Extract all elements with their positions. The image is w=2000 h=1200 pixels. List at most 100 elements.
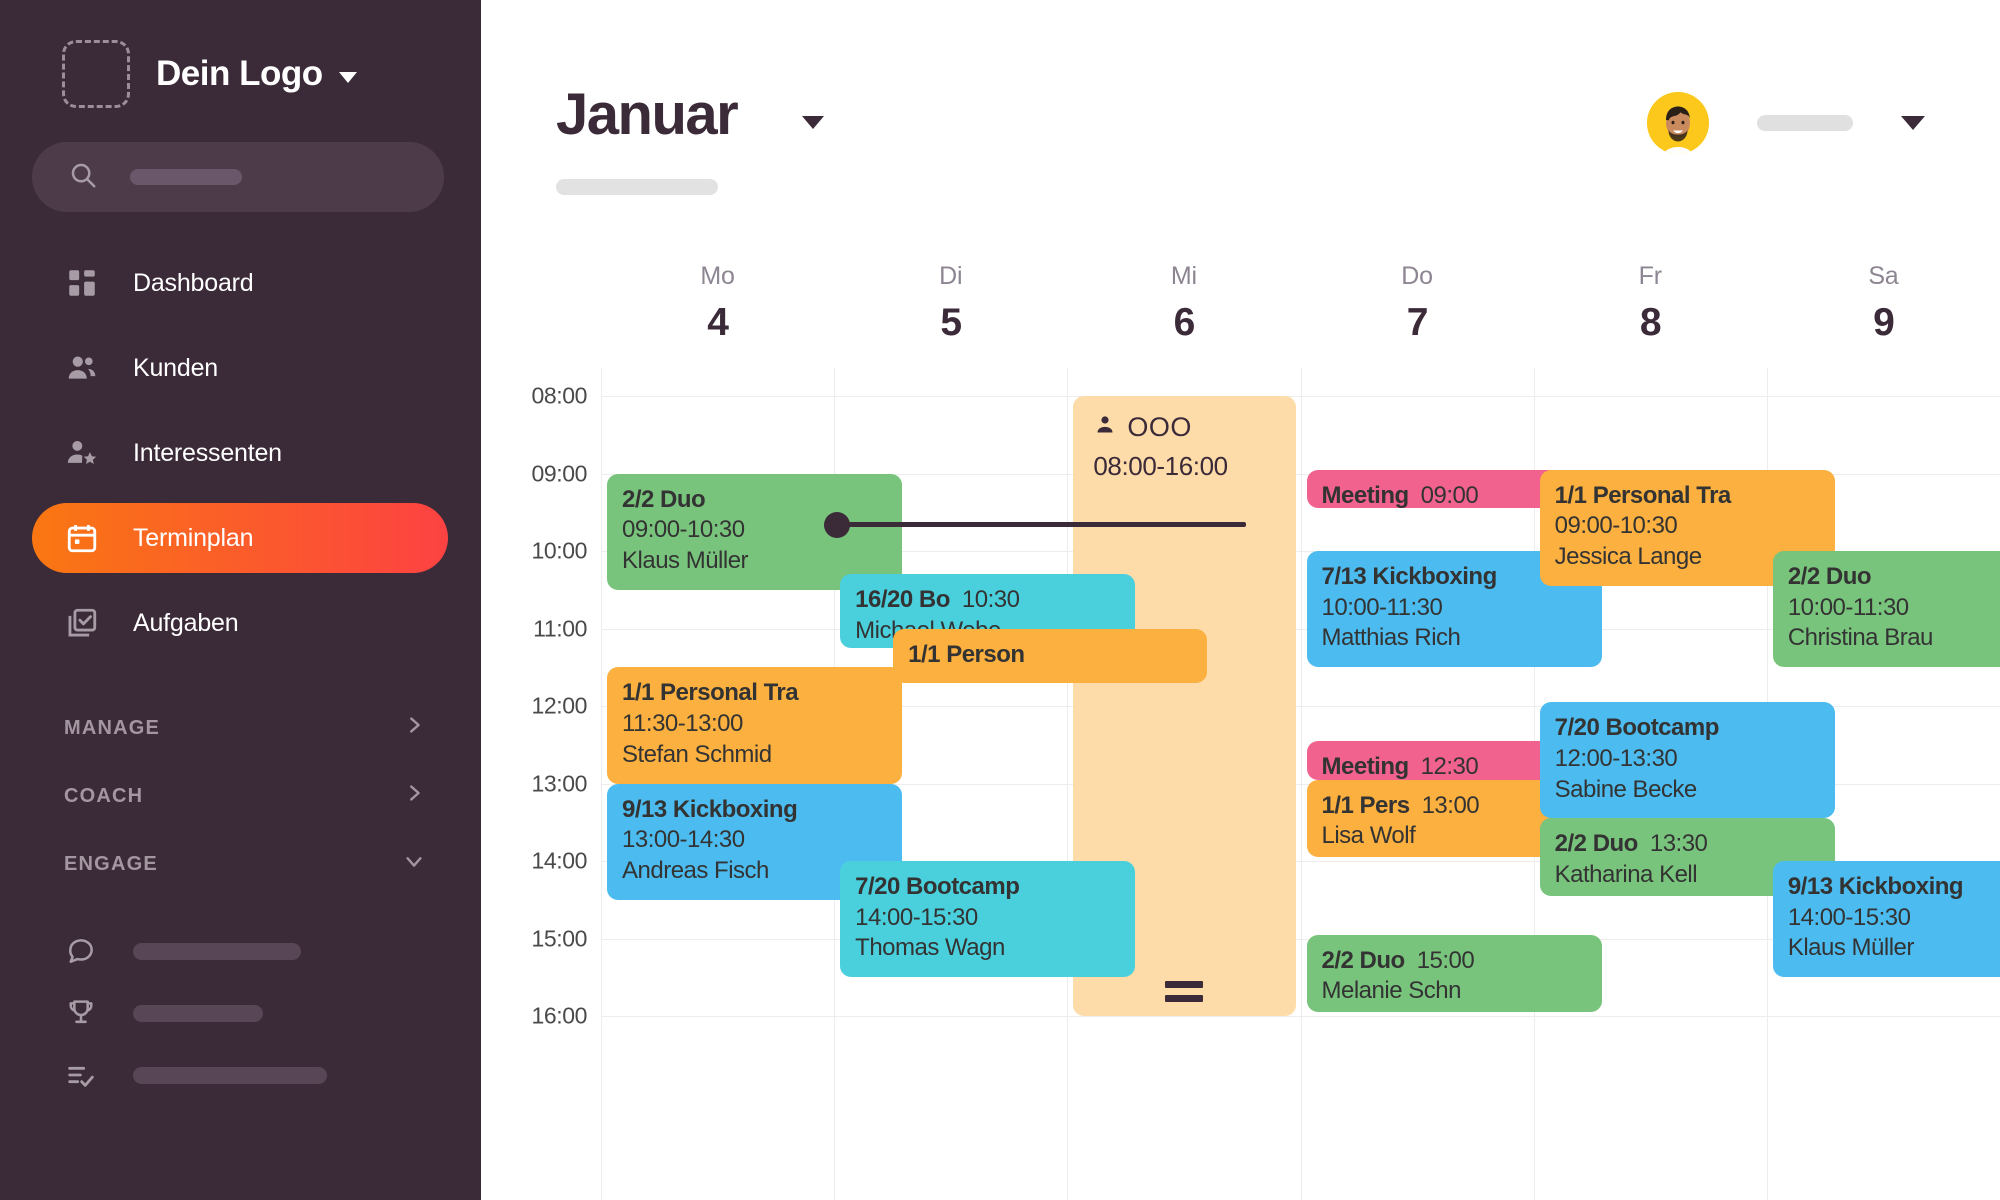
- chevron-down-icon[interactable]: [802, 115, 825, 129]
- day-name: Mo: [700, 262, 735, 290]
- sidebar-subitem-trophy[interactable]: [0, 982, 481, 1044]
- event-time: 10:00-11:30: [1321, 593, 1443, 621]
- calendar-event[interactable]: 7/20 Bootcamp 14:00-15:30 Thomas Wagn: [840, 861, 1136, 978]
- sidebar-subitem-label-bar: [133, 1004, 263, 1022]
- sidebar-item-interessenten[interactable]: Interessenten: [32, 418, 448, 488]
- chevron-right-icon: [403, 714, 425, 742]
- header-spacer: [481, 262, 601, 368]
- event-title: 9/13 Kickboxing: [622, 795, 798, 823]
- sidebar-subitem-chat[interactable]: [0, 920, 481, 982]
- hour-gridline: [1068, 1016, 1301, 1017]
- calendar-grid: 08:00 09:00 10:00 11:00 12:00 13:00 14:00 15:00…: [481, 368, 2000, 1200]
- event-header-row: 2/2 Duo 15:00: [1322, 946, 1602, 977]
- sidebar-section-label: ENGAGE: [64, 852, 158, 875]
- calendar-event[interactable]: 2/2 Duo 09:00-10:30 Klaus Müller: [607, 473, 903, 590]
- sidebar-item-terminplan[interactable]: Terminplan: [32, 503, 448, 573]
- hour-gridline: [602, 396, 835, 397]
- page-title-area: Januar: [556, 82, 825, 195]
- day-header-di[interactable]: Di 5: [834, 262, 1067, 368]
- event-time: 10:00-11:30: [1787, 593, 1909, 621]
- day-name: Di: [939, 262, 963, 290]
- sidebar-section-label: COACH: [64, 784, 144, 807]
- chevron-down-icon: [403, 850, 425, 878]
- sidebar-subitem-label-bar: [133, 942, 301, 960]
- time-label: 16:00: [531, 1002, 587, 1029]
- user-star-icon: [65, 436, 105, 470]
- time-label: 11:00: [533, 615, 587, 641]
- calendar-icon: [65, 521, 105, 555]
- day-header-mi[interactable]: Mi 6: [1067, 262, 1300, 368]
- event-client-name: Christina Brau: [1787, 624, 1934, 652]
- calendar-event[interactable]: 2/2 Duo 10:00-11:30 Christina Brau: [1772, 551, 2000, 668]
- event-title: 7/20 Bootcamp: [1554, 714, 1720, 742]
- hour-gridline: [1301, 706, 1534, 707]
- hour-gridline: [1534, 1016, 1767, 1017]
- day-column-mo[interactable]: 2/2 Duo 09:00-10:30 Klaus Müller 1/1 Person…: [601, 368, 903, 1200]
- sidebar-section-manage[interactable]: MANAGE: [64, 694, 425, 762]
- time-label: 09:00: [531, 460, 587, 486]
- day-header-sa[interactable]: Sa 9: [1767, 262, 2000, 368]
- time-label: 08:00: [531, 382, 587, 409]
- day-number: 8: [1639, 301, 1662, 344]
- page-title: Januar: [556, 82, 739, 147]
- calendar-day-header-row: Mo 4 Di 5 Mi 6 Do 7 Fr 8 Sa 9: [481, 262, 2000, 368]
- calendar-event[interactable]: 1/1 Personal Tra 11:30-13:00 Stefan Schmid: [607, 667, 903, 784]
- sidebar-item-aufgaben[interactable]: Aufgaben: [32, 588, 448, 658]
- sidebar-section-engage[interactable]: ENGAGE: [64, 830, 425, 898]
- event-header-row: 16/20 Bo 10:30: [855, 585, 1135, 616]
- hour-gridline: [1767, 1016, 2000, 1017]
- event-time: 10:30: [961, 586, 1020, 614]
- time-label: 13:00: [531, 770, 587, 796]
- day-column-fr[interactable]: 1/1 Personal Tra 09:00-10:30 Jessica Lange…: [1533, 368, 1835, 1200]
- user-name-placeholder-bar: [1757, 115, 1853, 131]
- event-time: 13:30: [1649, 830, 1708, 858]
- time-label: 12:00: [531, 692, 587, 719]
- day-number: 4: [707, 301, 729, 344]
- calendar-event[interactable]: 9/13 Kickboxing 14:00-15:30 Klaus Müller: [1772, 861, 2000, 978]
- sidebar-item-dashboard[interactable]: Dashboard: [32, 248, 448, 318]
- event-title: 2/2 Duo: [1554, 830, 1639, 858]
- event-client-name: Stefan Schmid: [622, 740, 772, 768]
- event-title: 2/2 Duo: [622, 485, 706, 513]
- event-client-name: Sabine Becke: [1554, 775, 1698, 803]
- sidebar-section-label: MANAGE: [64, 716, 161, 739]
- chevron-down-icon[interactable]: [1901, 116, 1925, 130]
- sidebar-subitem-tasklist[interactable]: [0, 1044, 481, 1106]
- time-label: 15:00: [531, 925, 587, 951]
- event-time: 13:00-14:30: [622, 826, 745, 854]
- calendar-event[interactable]: 2/2 Duo 15:00 Melanie Schn: [1306, 934, 1602, 1013]
- list-check-icon: [65, 1059, 105, 1091]
- brand-name: Dein Logo: [156, 54, 323, 93]
- event-time: 13:00: [1421, 791, 1480, 819]
- avatar[interactable]: [1647, 92, 1709, 154]
- sidebar-item-label: Terminplan: [133, 523, 254, 552]
- time-label: 10:00: [531, 537, 587, 564]
- day-column-mi[interactable]: OOO 08:00-16:00: [1067, 368, 1301, 1200]
- ooo-time: 08:00-16:00: [1093, 451, 1228, 481]
- day-name: Sa: [1868, 262, 1899, 290]
- calendar-event[interactable]: 1/1 Person: [893, 628, 1208, 683]
- search-input[interactable]: [32, 142, 444, 212]
- sidebar-section-coach[interactable]: COACH: [64, 762, 425, 830]
- event-title: Meeting: [1321, 752, 1410, 780]
- resize-handle-icon[interactable]: [1165, 981, 1204, 1002]
- day-column-do[interactable]: Meeting 09:00 7/13 Kickboxing 10:00-11:30 Ma…: [1300, 368, 1602, 1200]
- ooo-title: OOO: [1127, 412, 1192, 442]
- sidebar-item-kunden[interactable]: Kunden: [32, 333, 448, 403]
- calendar-event[interactable]: 7/20 Bootcamp 12:00-13:30 Sabine Becke: [1539, 702, 1835, 819]
- day-number: 6: [1173, 301, 1196, 344]
- day-name: Mi: [1170, 262, 1197, 290]
- hour-gridline: [835, 1016, 1068, 1017]
- day-header-do[interactable]: Do 7: [1301, 262, 1534, 368]
- chevron-down-icon[interactable]: [338, 71, 357, 83]
- brand[interactable]: Dein Logo: [0, 0, 481, 108]
- day-header-mo[interactable]: Mo 4: [601, 262, 834, 368]
- user-menu[interactable]: [1647, 92, 1925, 154]
- sidebar-subitems: [0, 920, 481, 1106]
- users-icon: [65, 351, 105, 385]
- event-time: 09:00-10:30: [622, 516, 745, 544]
- hour-gridline: [1301, 396, 1534, 397]
- day-header-fr[interactable]: Fr 8: [1534, 262, 1767, 368]
- event-client-name: Klaus Müller: [1787, 934, 1915, 962]
- calendar: Mo 4 Di 5 Mi 6 Do 7 Fr 8 Sa 9 08:00 09:0…: [481, 262, 2000, 1200]
